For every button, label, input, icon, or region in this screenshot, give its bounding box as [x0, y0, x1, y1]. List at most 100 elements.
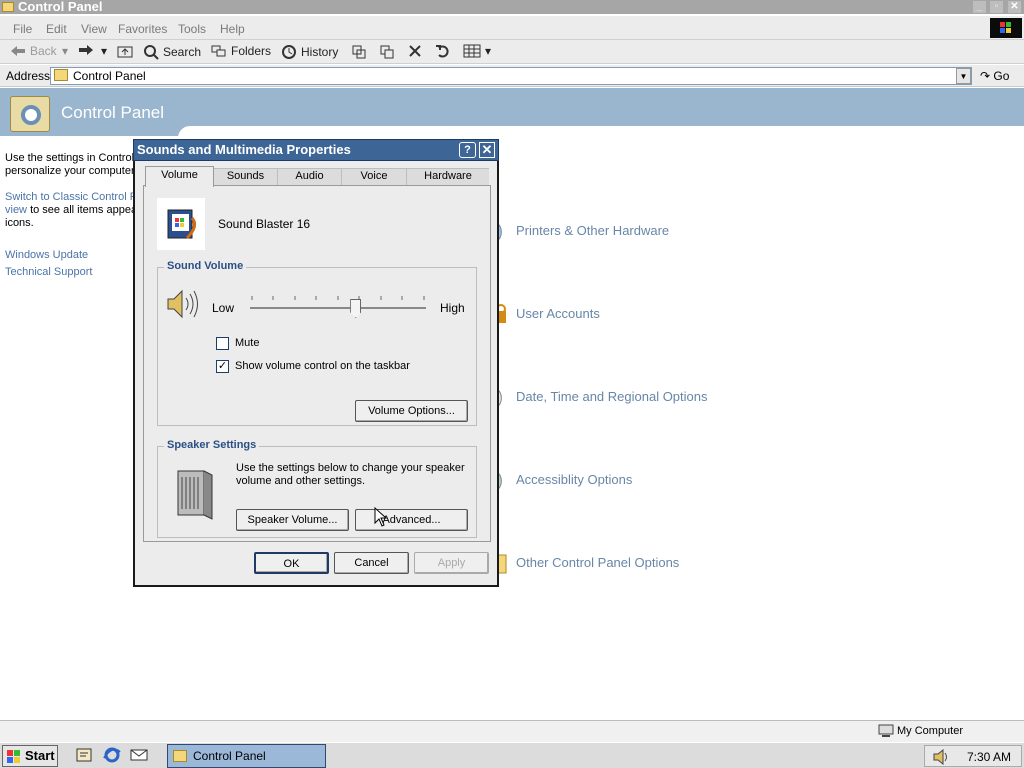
folders-button[interactable]: Folders [211, 44, 271, 58]
switch-classic-link-2[interactable]: view [5, 204, 27, 216]
menu-favorites[interactable]: Favorites [118, 22, 167, 36]
speaker-volume-icon [166, 288, 200, 323]
cancel-button[interactable]: Cancel [334, 552, 409, 574]
intro-line-1: Use the settings in Control [5, 152, 135, 164]
category-accessibility[interactable]: Accessiblity Options [516, 472, 632, 487]
minimize-button[interactable]: _ [973, 1, 986, 13]
history-button[interactable]: History [281, 44, 338, 60]
advanced-button[interactable]: Advanced... [355, 509, 468, 531]
clock: 7:30 AM [967, 750, 1012, 764]
category-printers[interactable]: Printers & Other Hardware [516, 223, 669, 238]
volume-low-label: Low [212, 301, 235, 315]
tab-voice[interactable]: Voice [342, 168, 407, 186]
menu-help[interactable]: Help [220, 22, 245, 36]
menu-edit[interactable]: Edit [46, 22, 67, 36]
folders-label: Folders [231, 44, 272, 58]
ok-button[interactable]: OK [254, 552, 329, 574]
tab-hardware[interactable]: Hardware [407, 168, 489, 186]
status-bar: My Computer [0, 720, 1024, 742]
taskbar-folder-icon [173, 750, 187, 762]
start-button[interactable]: Start [2, 745, 58, 767]
category-other-options[interactable]: Other Control Panel Options [516, 555, 679, 570]
mouse-cursor-icon [374, 506, 388, 530]
apply-button[interactable]: Apply [414, 552, 489, 574]
switch-classic-link[interactable]: Switch to Classic Control P [5, 191, 137, 203]
switch-rest-1: to see all items appea [27, 204, 138, 216]
intro-text: Use the settings in Control personalize … [5, 152, 135, 178]
volume-tab-panel: Sound Blaster 16 Sound Volume Low High M… [143, 185, 491, 542]
volume-high-label: High [440, 301, 465, 315]
tab-audio[interactable]: Audio [278, 168, 342, 186]
back-button[interactable]: Back [10, 44, 57, 58]
views-icon [463, 44, 481, 58]
technical-support-link[interactable]: Technical Support [5, 266, 92, 278]
dialog-close-icon[interactable]: ✕ [479, 142, 495, 158]
copy-to-button[interactable] [379, 44, 395, 60]
forward-button[interactable] [78, 44, 94, 56]
control-panel-icon [10, 96, 50, 132]
sound-volume-label: Sound Volume [164, 260, 247, 272]
volume-options-button[interactable]: Volume Options... [355, 400, 468, 422]
speaker-settings-group: Speaker Settings Use the settings below … [157, 439, 477, 538]
search-button[interactable]: Search [143, 44, 201, 60]
copy-to-icon [380, 45, 394, 59]
sounds-properties-dialog: Sounds and Multimedia Properties ? ✕ Vol… [133, 139, 499, 587]
category-user-accounts[interactable]: User Accounts [516, 306, 600, 321]
go-button[interactable]: ↷ Go [980, 69, 1009, 83]
menu-tools[interactable]: Tools [178, 22, 206, 36]
tab-sounds[interactable]: Sounds [214, 168, 278, 186]
maximize-button[interactable]: ▫ [990, 1, 1003, 13]
control-panel-small-icon [54, 69, 68, 81]
up-folder-button[interactable] [117, 44, 133, 58]
left-pane: Use the settings in Control personalize … [0, 138, 138, 718]
address-input[interactable]: Control Panel [50, 67, 972, 85]
tab-bar: Volume Sounds Audio Voice Hardware [145, 166, 489, 187]
help-icon[interactable]: ? [459, 142, 476, 158]
menu-bar: File Edit View Favorites Tools Help [0, 16, 1024, 40]
back-dropdown-icon[interactable]: ▾ [62, 44, 68, 58]
go-arrow-icon: ↷ [980, 69, 991, 83]
dialog-title: Sounds and Multimedia Properties [137, 142, 351, 157]
window-titlebar[interactable]: Control Panel _ ▫ ✕ [0, 0, 1024, 14]
speaker-description: Use the settings below to change your sp… [236, 462, 465, 487]
undo-button[interactable] [435, 44, 451, 58]
history-icon [282, 45, 296, 59]
delete-button[interactable] [408, 44, 422, 58]
device-name: Sound Blaster 16 [218, 217, 311, 231]
show-taskbar-checkbox[interactable]: ✓ [216, 360, 229, 373]
forward-dropdown-icon[interactable]: ▾ [101, 44, 107, 58]
intro-line-2: personalize your computer [5, 165, 135, 177]
move-to-button[interactable] [351, 44, 367, 60]
address-dropdown-icon[interactable]: ▼ [956, 68, 971, 84]
mute-checkbox[interactable] [216, 337, 229, 350]
views-dropdown-icon: ▾ [485, 44, 492, 58]
dialog-titlebar[interactable]: Sounds and Multimedia Properties ? ✕ [133, 139, 499, 161]
menu-file[interactable]: File [13, 22, 32, 36]
windows-update-link[interactable]: Windows Update [5, 249, 88, 261]
history-label: History [301, 45, 339, 59]
delete-icon [409, 45, 421, 57]
windows-logo-icon [990, 18, 1022, 38]
status-zone: My Computer [897, 725, 964, 737]
taskbar-control-panel[interactable]: Control Panel [167, 744, 326, 768]
outlook-express-icon[interactable] [130, 747, 148, 766]
folders-icon [211, 45, 226, 57]
internet-explorer-icon[interactable] [103, 747, 121, 766]
mute-label[interactable]: Mute [235, 337, 259, 349]
menu-view[interactable]: View [81, 22, 107, 36]
volume-slider-ticks [250, 296, 426, 309]
volume-slider[interactable] [248, 294, 428, 324]
show-taskbar-label[interactable]: Show volume control on the taskbar [235, 360, 410, 372]
tab-volume[interactable]: Volume [145, 166, 214, 187]
close-button[interactable]: ✕ [1008, 1, 1021, 13]
taskbar-task-label: Control Panel [193, 749, 266, 763]
search-label: Search [163, 45, 202, 59]
my-computer-icon [878, 724, 894, 741]
sound-device-icon [157, 198, 205, 250]
forward-arrow-icon [79, 45, 93, 55]
category-date-time[interactable]: Date, Time and Regional Options [516, 389, 708, 404]
speaker-volume-button[interactable]: Speaker Volume... [236, 509, 349, 531]
views-button[interactable]: ▾ [463, 44, 491, 58]
volume-tray-icon[interactable] [933, 748, 951, 768]
show-desktop-icon[interactable] [76, 747, 92, 766]
